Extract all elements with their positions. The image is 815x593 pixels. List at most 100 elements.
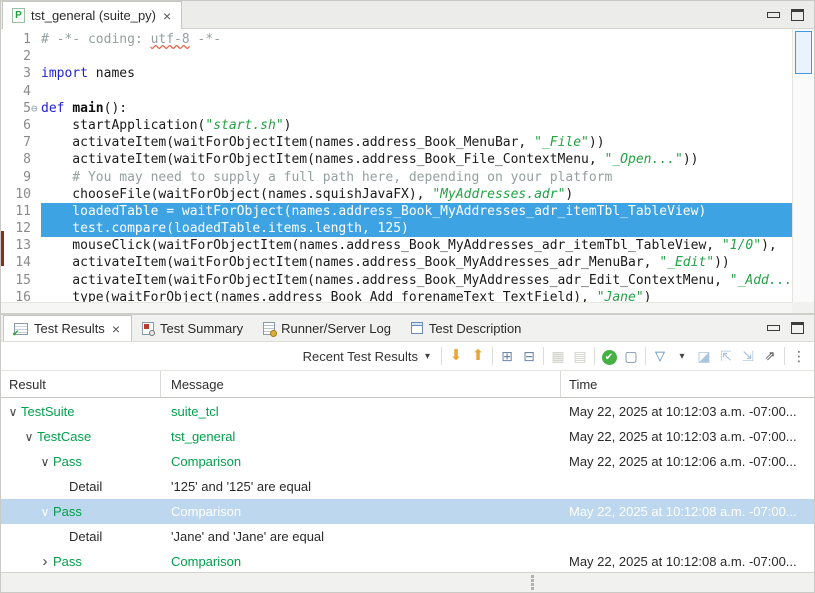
chevron-down-icon[interactable]: ∨ [37, 505, 53, 519]
code-line[interactable]: 4 [1, 83, 794, 100]
chevron-down-icon[interactable]: ∨ [5, 405, 21, 419]
screenshot-icon[interactable]: ▦ [547, 345, 569, 368]
tab-test-results[interactable]: ✔ Test Results × [3, 315, 132, 341]
code-editor[interactable]: 1# -*- coding: utf-8 -*-23import names45… [1, 29, 794, 302]
chevron-down-icon[interactable]: ∨ [37, 455, 53, 469]
code-line[interactable]: 2 [1, 48, 794, 65]
code-text: activateItem(waitForObjectItem(names.add… [41, 151, 794, 168]
open-external-icon[interactable]: ⇗ [759, 345, 781, 367]
code-line[interactable]: 8 activateItem(waitForObjectItem(names.a… [1, 151, 794, 168]
code-text: mouseClick(waitForObjectItem(names.addre… [41, 237, 794, 254]
table-row[interactable]: ∨PassComparisonMay 22, 2025 at 10:12:06 … [1, 449, 814, 474]
table-row[interactable]: ›PassComparisonMay 22, 2025 at 10:12:08 … [1, 549, 814, 574]
code-text: activateItem(waitForObjectItem(names.add… [41, 134, 794, 151]
filter-caret-icon[interactable]: ▾ [671, 344, 693, 368]
chevron-down-icon[interactable]: ∨ [21, 430, 37, 444]
import-results-icon[interactable]: ⇲ [737, 345, 759, 368]
scrollbar-thumb[interactable] [795, 31, 812, 74]
close-icon[interactable]: × [162, 9, 172, 23]
line-number: 4 [1, 83, 31, 100]
result-cell: ∨Pass [1, 504, 161, 519]
gear-icon [270, 330, 277, 337]
export-results-icon[interactable]: ⇱ [715, 345, 737, 368]
time-cell: May 22, 2025 at 10:12:03 a.m. -07:00... [561, 429, 814, 444]
line-number: 10 [1, 186, 31, 203]
result-cell: Detail [1, 479, 161, 494]
results-panel: ✔ Test Results × Test Summary Runner/Server … [1, 315, 814, 592]
test-results-icon: ✔ [14, 323, 28, 335]
column-header-message[interactable]: Message [161, 371, 561, 397]
message-cell: Comparison [161, 454, 561, 469]
code-line[interactable]: 15 activateItem(waitForObjectItem(names.… [1, 272, 794, 289]
scrollbar-corner [792, 302, 814, 313]
result-label: TestSuite [21, 404, 74, 419]
code-line[interactable]: 1# -*- coding: utf-8 -*- [1, 31, 794, 48]
editor-tab-tst-general[interactable]: P tst_general (suite_py) × [2, 1, 182, 29]
code-text: test.compare(loadedTable.items.length, 1… [41, 220, 794, 237]
fold-column [31, 83, 41, 100]
fold-column [31, 31, 41, 48]
recent-test-results-dropdown[interactable]: Recent Test Results ▾ [297, 349, 438, 364]
line-number: 13 [1, 237, 31, 254]
time-cell: May 22, 2025 at 10:12:03 a.m. -07:00... [561, 404, 814, 419]
code-line[interactable]: 13 mouseClick(waitForObjectItem(names.ad… [1, 237, 794, 254]
code-line[interactable]: 16 type(waitForObject(names.address_Book… [1, 289, 794, 302]
minimize-icon[interactable] [767, 12, 780, 18]
jump-to-next-icon[interactable]: ⬇ [445, 345, 467, 367]
statusbar-gripper[interactable] [530, 575, 534, 591]
tab-test-summary[interactable]: Test Summary [132, 315, 253, 341]
code-line[interactable]: 14 activateItem(waitForObjectItem(names.… [1, 254, 794, 271]
video-capture-icon[interactable]: ▤ [569, 345, 591, 368]
fold-column [31, 151, 41, 168]
column-header-result[interactable]: Result [1, 371, 161, 397]
code-line[interactable]: 5⊖def main(): [1, 100, 794, 117]
editor-horizontal-scrollbar[interactable] [1, 302, 794, 313]
clear-results-icon[interactable]: ◪ [693, 345, 715, 368]
column-header-time[interactable]: Time [561, 371, 814, 397]
fold-column [31, 289, 41, 302]
fold-collapse-icon[interactable]: ⊖ [31, 100, 38, 117]
recent-test-results-label: Recent Test Results [303, 349, 418, 364]
tab-runner-server-log[interactable]: Runner/Server Log [253, 315, 401, 341]
tab-test-description[interactable]: Test Description [401, 315, 531, 341]
jump-to-previous-icon[interactable]: ⬆ [467, 345, 489, 367]
editor-tabbar: P tst_general (suite_py) × [1, 1, 814, 29]
tab-label: Test Results [34, 321, 105, 336]
maximize-icon[interactable] [791, 9, 804, 21]
toolbar-separator [645, 347, 646, 365]
code-line[interactable]: 9 # You may need to supply a full path h… [1, 169, 794, 186]
table-row[interactable]: ∨TestSuitesuite_tclMay 22, 2025 at 10:12… [1, 399, 814, 424]
new-report-icon[interactable]: ▢ [620, 345, 642, 368]
code-text: startApplication("start.sh") [41, 117, 794, 134]
status-bar [1, 572, 814, 592]
code-line[interactable]: 12 test.compare(loadedTable.items.length… [1, 220, 794, 237]
chevron-right-icon[interactable]: › [37, 554, 53, 569]
code-line[interactable]: 11 loadedTable = waitForObject(names.add… [1, 203, 794, 220]
table-row[interactable]: ∨TestCasetst_generalMay 22, 2025 at 10:1… [1, 424, 814, 449]
collapse-all-icon[interactable]: ⊟ [518, 345, 540, 368]
table-row[interactable]: ∨PassComparisonMay 22, 2025 at 10:12:08 … [1, 499, 814, 524]
tab-label: Test Summary [160, 321, 243, 336]
maximize-icon[interactable] [791, 322, 804, 334]
minimize-icon[interactable] [767, 325, 780, 331]
message-cell: '125' and '125' are equal [161, 479, 561, 494]
code-line[interactable]: 3import names [1, 65, 794, 82]
results-toolbar: Recent Test Results ▾ ⬇⬆ ⊞⊟ ▦▤ ✔▢ ▽▾◪⇱⇲⇗ ⋮ [1, 342, 814, 370]
view-menu-icon[interactable]: ⋮ [788, 345, 810, 368]
line-number: 15 [1, 272, 31, 289]
fold-column [31, 48, 41, 65]
editor-vertical-scrollbar[interactable] [792, 29, 814, 302]
test-summary-icon [142, 322, 154, 335]
code-line[interactable]: 10 chooseFile(waitForObject(names.squish… [1, 186, 794, 203]
verification-point-icon[interactable]: ✔ [598, 345, 620, 367]
table-row[interactable]: Detail'Jane' and 'Jane' are equal [1, 524, 814, 549]
code-line[interactable]: 6 startApplication("start.sh") [1, 117, 794, 134]
table-row[interactable]: Detail'125' and '125' are equal [1, 474, 814, 499]
fold-column [31, 220, 41, 237]
result-cell: ∨TestCase [1, 429, 161, 444]
expand-all-icon[interactable]: ⊞ [496, 345, 518, 368]
selection-range-marker [1, 231, 4, 266]
filter-icon[interactable]: ▽ [649, 345, 671, 367]
close-icon[interactable]: × [111, 322, 121, 336]
code-line[interactable]: 7 activateItem(waitForObjectItem(names.a… [1, 134, 794, 151]
